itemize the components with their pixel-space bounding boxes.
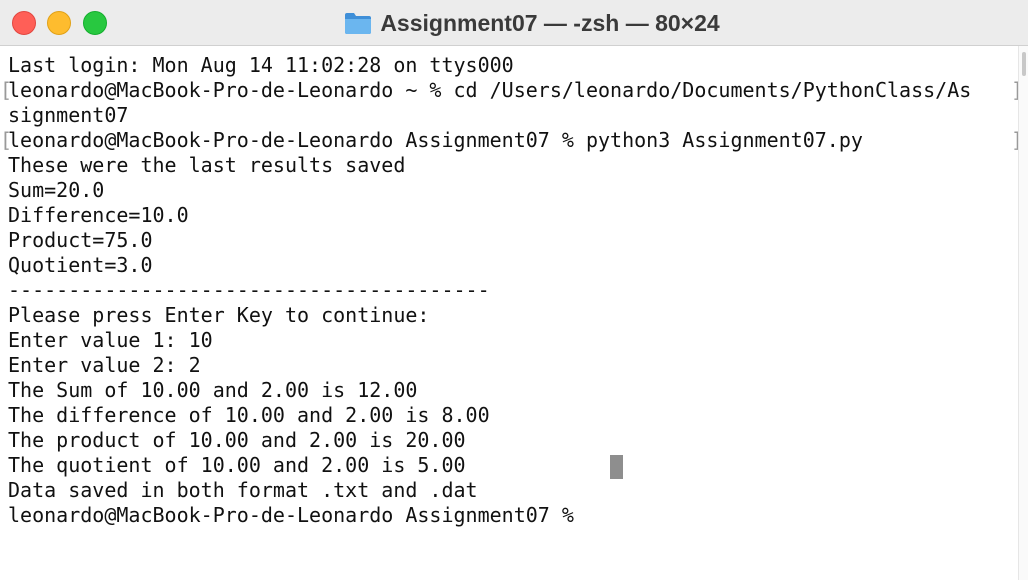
terminal-line: These were the last results saved <box>8 153 406 177</box>
terminal-line: Data saved in both format .txt and .dat <box>8 478 478 502</box>
title-bar[interactable]: Assignment07 — -zsh — 80×24 <box>0 0 1028 46</box>
terminal-line: Product=75.0 <box>8 228 153 252</box>
line-mark-right: ] <box>1011 128 1018 153</box>
terminal-line: Enter value 1: 10 <box>8 328 213 352</box>
folder-icon <box>345 13 372 34</box>
text-cursor <box>610 455 623 479</box>
scrollbar[interactable] <box>1018 46 1028 580</box>
prompt-line: leonardo@MacBook-Pro-de-Leonardo Assignm… <box>8 503 586 527</box>
window-title-group: Assignment07 — -zsh — 80×24 <box>0 0 1028 46</box>
terminal-line: Quotient=3.0 <box>8 253 153 277</box>
terminal-line: leonardo@MacBook-Pro-de-Leonardo ~ % cd … <box>8 78 972 102</box>
terminal-line: leonardo@MacBook-Pro-de-Leonardo Assignm… <box>8 128 863 152</box>
terminal-line: Please press Enter Key to continue: <box>8 303 430 327</box>
separator-line: ---------------------------------------- <box>8 278 490 302</box>
terminal-line: The quotient of 10.00 and 2.00 is 5.00 <box>8 453 466 477</box>
terminal-line: Enter value 2: 2 <box>8 353 201 377</box>
terminal-output[interactable]: Last login: Mon Aug 14 11:02:28 on ttys0… <box>0 50 1018 580</box>
line-mark-right: ] <box>1011 78 1018 103</box>
scrollbar-thumb[interactable] <box>1022 52 1026 76</box>
terminal-line: Difference=10.0 <box>8 203 189 227</box>
terminal-line: The product of 10.00 and 2.00 is 20.00 <box>8 428 466 452</box>
terminal-line: Sum=20.0 <box>8 178 105 202</box>
terminal-line: signment07 <box>8 103 129 127</box>
terminal-line: The Sum of 10.00 and 2.00 is 12.00 <box>8 378 418 402</box>
terminal-line: The difference of 10.00 and 2.00 is 8.00 <box>8 403 490 427</box>
terminal-window: Assignment07 — -zsh — 80×24 Last login: … <box>0 0 1028 580</box>
window-title: Assignment07 — -zsh — 80×24 <box>380 9 720 36</box>
terminal-line: Last login: Mon Aug 14 11:02:28 on ttys0… <box>8 53 514 77</box>
